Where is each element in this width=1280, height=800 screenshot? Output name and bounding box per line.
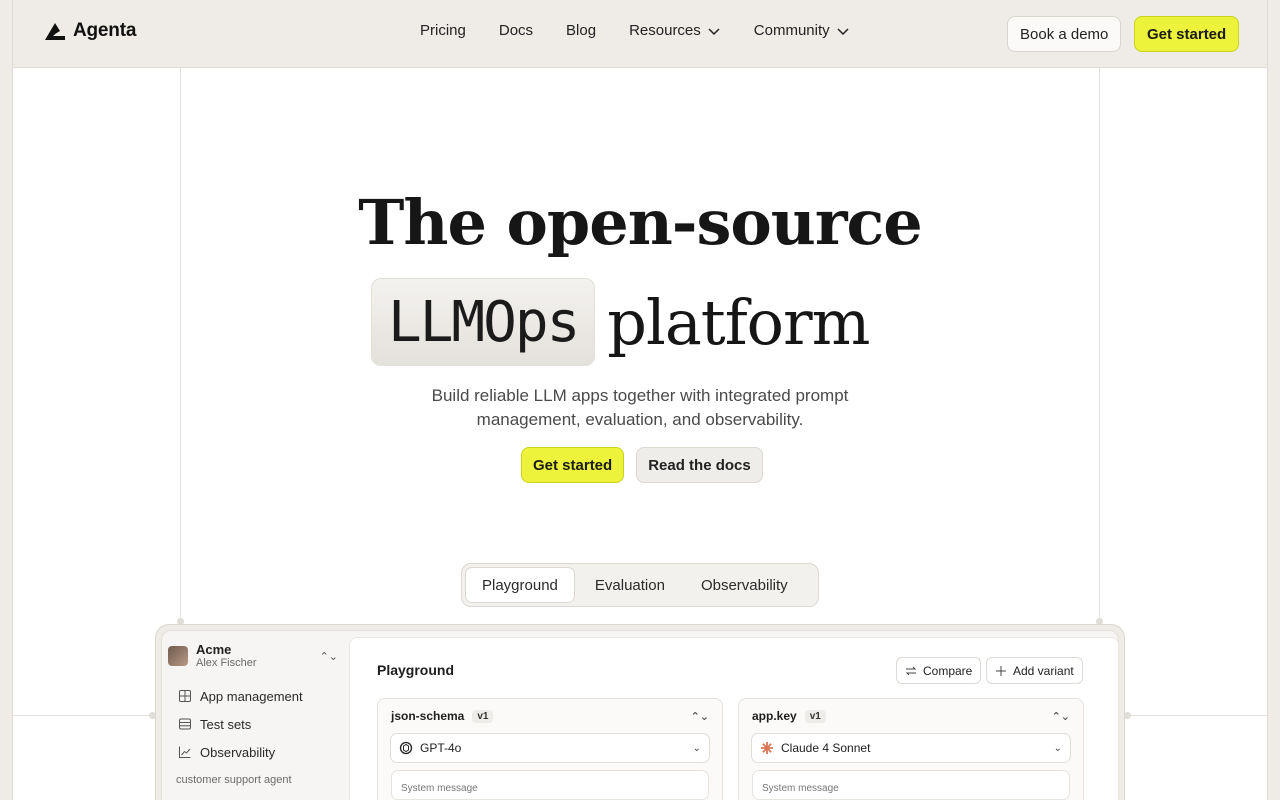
grid-icon xyxy=(179,690,191,702)
system-message-field[interactable]: System message xyxy=(752,770,1070,800)
nav-resources-label: Resources xyxy=(629,22,701,39)
variant-name: json-schema xyxy=(391,709,465,723)
chevron-down-icon: ⌄ xyxy=(1053,742,1062,754)
grid-line-left xyxy=(180,68,181,628)
variant-header[interactable]: json-schema v1 ⌃⌄ xyxy=(378,699,722,733)
sidebar-item-app-management[interactable]: App management xyxy=(168,682,344,710)
chevron-down-icon xyxy=(708,27,720,35)
version-badge: v1 xyxy=(804,709,826,723)
app-sidebar: Acme Alex Fischer ⌃⌄ App management Test… xyxy=(168,638,344,786)
nav-docs[interactable]: Docs xyxy=(499,22,533,39)
sidebar-item-label: App management xyxy=(200,688,303,704)
account-switcher[interactable]: Acme Alex Fischer ⌃⌄ xyxy=(168,638,344,674)
agenta-logo-icon xyxy=(45,23,65,40)
hero-title-line2: LLMOps platform xyxy=(371,278,870,366)
swap-icon xyxy=(905,666,917,675)
variant-name: app.key xyxy=(752,709,797,723)
nav-community-label: Community xyxy=(753,22,830,39)
nav-pricing[interactable]: Pricing xyxy=(420,22,466,39)
hero-highlight-badge: LLMOps xyxy=(371,278,596,366)
avatar xyxy=(168,646,188,666)
nav-blog[interactable]: Blog xyxy=(566,22,596,39)
compare-button[interactable]: Compare xyxy=(896,657,982,684)
add-variant-label: Add variant xyxy=(1013,663,1074,678)
product-tabs: Playground Evaluation Observability xyxy=(461,563,819,607)
plus-icon xyxy=(996,665,1006,676)
add-variant-button[interactable]: Add variant xyxy=(986,657,1083,684)
hero-title-line1: The open-source xyxy=(358,186,922,259)
model-select[interactable]: Claude 4 Sonnet ⌄ xyxy=(751,733,1071,763)
nav-pricing-label: Pricing xyxy=(420,22,466,39)
model-name: Claude 4 Sonnet xyxy=(781,741,871,755)
hero-subtitle: Build reliable LLM apps together with in… xyxy=(0,384,1280,432)
sidebar-item-observability[interactable]: Observability xyxy=(168,738,344,766)
chevron-up-down-icon: ⌃⌄ xyxy=(1051,710,1070,723)
brand-name: Agenta xyxy=(73,20,137,41)
hero-title-rest: platform xyxy=(607,285,870,359)
nav-community[interactable]: Community xyxy=(754,22,850,39)
tab-evaluation[interactable]: Evaluation xyxy=(579,567,681,603)
brand-logo[interactable]: Agenta xyxy=(43,20,136,42)
anthropic-icon xyxy=(761,742,773,754)
table-icon xyxy=(179,718,191,730)
version-badge: v1 xyxy=(472,709,494,723)
chart-icon xyxy=(179,746,191,758)
org-name: Acme xyxy=(196,641,232,657)
chevron-up-down-icon: ⌃⌄ xyxy=(319,650,338,663)
chevron-up-down-icon: ⌃⌄ xyxy=(690,710,709,723)
header-get-started-button[interactable]: Get started xyxy=(1134,16,1240,52)
tab-observability[interactable]: Observability xyxy=(685,567,804,603)
model-select[interactable]: GPT-4o ⌄ xyxy=(390,733,710,763)
account-info: Acme Alex Fischer xyxy=(196,641,257,670)
sidebar-item-label: Test sets xyxy=(200,716,252,732)
panel-title: Playground xyxy=(377,662,455,678)
sidebar-item-test-sets[interactable]: Test sets xyxy=(168,710,344,738)
nav-docs-label: Docs xyxy=(498,22,534,39)
model-name: GPT-4o xyxy=(420,741,462,755)
hero-subtitle-line2: management, evaluation, and observabilit… xyxy=(476,410,804,429)
system-message-field[interactable]: System message xyxy=(391,770,709,800)
nav-blog-label: Blog xyxy=(566,22,597,39)
chevron-down-icon: ⌄ xyxy=(692,742,701,754)
hero-get-started-button[interactable]: Get started xyxy=(521,447,625,483)
site-header: Agenta Pricing Docs Blog Resources Commu… xyxy=(13,0,1267,68)
grid-line-right xyxy=(1099,68,1100,628)
main-nav: Pricing Docs Blog Resources Community xyxy=(420,22,883,39)
nav-resources[interactable]: Resources xyxy=(629,22,721,39)
hero-subtitle-line1: Build reliable LLM apps together with in… xyxy=(431,386,849,405)
compare-label: Compare xyxy=(923,663,973,678)
read-docs-button[interactable]: Read the docs xyxy=(636,447,763,483)
openai-icon xyxy=(399,741,413,755)
user-name: Alex Fischer xyxy=(196,656,257,669)
sidebar-section-label: customer support agent xyxy=(176,774,292,786)
sidebar-item-label: Observability xyxy=(200,744,276,760)
variant-card: json-schema v1 ⌃⌄ GPT-4o ⌄ System messag… xyxy=(377,698,723,800)
book-demo-button[interactable]: Book a demo xyxy=(1007,16,1122,52)
tab-playground[interactable]: Playground xyxy=(465,567,575,603)
corner-dot xyxy=(1124,712,1131,719)
chevron-down-icon xyxy=(837,27,849,35)
variant-header[interactable]: app.key v1 ⌃⌄ xyxy=(739,699,1083,733)
variant-card: app.key v1 ⌃⌄ Claude 4 Sonnet ⌄ System m… xyxy=(738,698,1084,800)
hero-cta-row: Get started Read the docs xyxy=(521,447,763,483)
